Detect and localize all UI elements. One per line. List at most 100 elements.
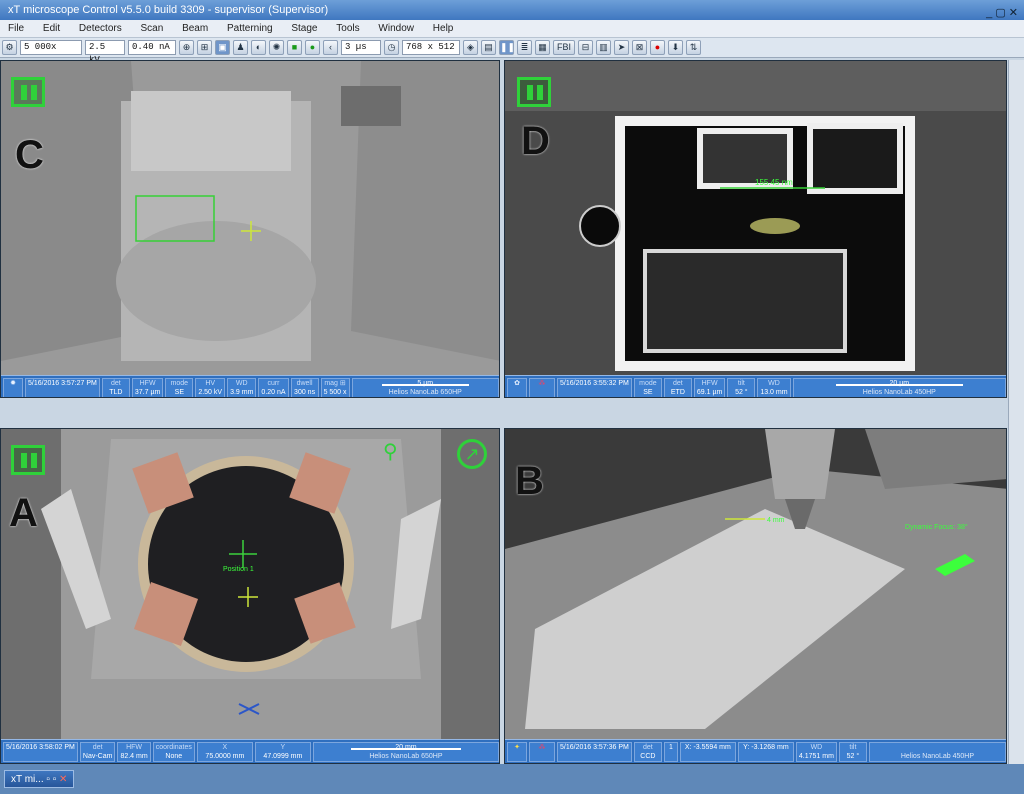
- quadrant-label-a: A: [9, 491, 38, 535]
- info-coords: coordinates None: [152, 741, 195, 762]
- arrow-icon[interactable]: ➤: [614, 40, 629, 55]
- position-label-a: Position 1: [223, 566, 254, 573]
- instrument-d: Helios NanoLab 450HP: [862, 388, 936, 396]
- side-panel[interactable]: [1008, 60, 1024, 794]
- window-title: xT microscope Control v5.5.0 build 3309 …: [8, 4, 329, 16]
- beam-pattern-icon[interactable]: ⁂: [529, 741, 555, 762]
- info-dwell: dwell 300 ns: [290, 377, 319, 397]
- scan-icon[interactable]: ✹: [3, 377, 23, 397]
- info-wd: WD 4.1751 mm: [795, 741, 837, 762]
- navigate-icon[interactable]: ↗: [457, 439, 487, 469]
- info-bar-c: ✹ 5/16/2016 3:57:27 PM det TLD HFW 37.7 µm…: [1, 375, 499, 397]
- taskbar: xT mi... ▫ ▫ ✕: [0, 764, 1024, 794]
- menu-bar: File Edit Detectors Scan Beam Patterning…: [0, 20, 1024, 38]
- pause-icon[interactable]: ❚❚: [499, 40, 515, 55]
- instrument-a: Helios NanoLab 650HP: [369, 752, 443, 760]
- taskbar-label: xT mi...: [11, 774, 44, 785]
- info-hfw: HFW 82.4 mm: [117, 741, 151, 762]
- lightbulb-icon[interactable]: ✦: [507, 741, 527, 762]
- info-channel: 1: [663, 741, 678, 762]
- info-y: Y: -3.1268 mm: [737, 741, 794, 762]
- target-icon[interactable]: ⊕: [179, 40, 194, 55]
- info-det: det ETD: [663, 377, 692, 397]
- menu-patterning[interactable]: Patterning: [219, 20, 281, 38]
- dynamic-focus-label: Dynamic Focus: 38°: [905, 523, 968, 531]
- dwell-field[interactable]: 3 µs: [341, 40, 381, 55]
- info-bar-a: 5/16/2016 3:58:02 PM det Nav-Cam HFW 82.4 …: [1, 739, 499, 763]
- quadrant-a[interactable]: Position 1 A ⚲ ↗ 5/16/2016 3:58:02 PM de…: [0, 428, 500, 764]
- info-mag: mag ⊞ 5 500 x: [320, 377, 350, 397]
- menu-window[interactable]: Window: [370, 20, 422, 38]
- instrument-b: Helios NanoLab 450HP: [900, 752, 975, 760]
- sem-image-c: [1, 61, 499, 375]
- info-tilt: tilt 52 °: [838, 741, 867, 762]
- taskbar-app-button[interactable]: xT mi... ▫ ▫ ✕: [4, 770, 75, 788]
- scale-bar-b: Helios NanoLab 450HP: [868, 741, 1006, 762]
- contrast-icon[interactable]: ◐: [251, 40, 266, 55]
- scale-bar-c: 5 µm Helios NanoLab 650HP: [351, 377, 499, 397]
- scroll-left-icon[interactable]: ‹: [323, 40, 338, 55]
- info-hfw: HFW 69.1 µm: [693, 377, 726, 397]
- magnification-field[interactable]: 5 000x: [20, 40, 82, 55]
- fbi-icon[interactable]: FBI: [553, 40, 575, 55]
- info-wd: WD 3.9 mm: [227, 377, 257, 397]
- layers-icon[interactable]: ≣: [517, 40, 532, 55]
- menu-file[interactable]: File: [0, 20, 32, 38]
- pause-indicator-a[interactable]: [11, 445, 45, 475]
- distance-label-b: 4 mm: [767, 517, 785, 524]
- info-bar-b: ✦ ⁂ 5/16/2016 3:57:36 PM det CCD 1 X: -3.…: [505, 739, 1006, 763]
- chamber-image-b: 4 mm Dynamic Focus: 38°: [505, 429, 1006, 739]
- menu-detectors[interactable]: Detectors: [71, 20, 130, 38]
- menu-scan[interactable]: Scan: [133, 20, 172, 38]
- menu-beam[interactable]: Beam: [174, 20, 216, 38]
- person-icon[interactable]: ♟: [233, 40, 248, 55]
- tools-icon[interactable]: ⊠: [632, 40, 647, 55]
- info-det: det Nav-Cam: [79, 741, 116, 762]
- quadrant-label-b: B: [515, 459, 544, 503]
- window-title-bar: xT microscope Control v5.5.0 build 3309 …: [0, 0, 1024, 20]
- voltage-field[interactable]: 2.5 kV: [85, 40, 125, 65]
- quadrant-d[interactable]: 155.45 nm D ✿ ⁂ 5/16/2016 3:55:32 PM mod…: [504, 60, 1007, 398]
- menu-stage[interactable]: Stage: [283, 20, 325, 38]
- settings-icon[interactable]: ⇅: [686, 40, 701, 55]
- current-field[interactable]: 0.40 nA: [128, 40, 176, 55]
- zoom-icon[interactable]: ⚲: [383, 439, 398, 464]
- snapshot-icon[interactable]: ▣: [215, 40, 230, 55]
- info-y: Y 47.0999 mm: [254, 741, 311, 762]
- info-det: det TLD: [101, 377, 130, 397]
- quadrant-c[interactable]: C ✹ 5/16/2016 3:57:27 PM det TLD HFW 37.7 …: [0, 60, 500, 398]
- detector-icon[interactable]: ✿: [507, 377, 527, 397]
- quadrant-b[interactable]: 4 mm Dynamic Focus: 38° B ✦ ⁂ 5/16/2016 …: [504, 428, 1007, 764]
- scan-icon[interactable]: ◈: [463, 40, 478, 55]
- image-icon[interactable]: ▥: [596, 40, 611, 55]
- pause-indicator-d[interactable]: [517, 77, 551, 107]
- green-rect-icon[interactable]: ■: [287, 40, 302, 55]
- menu-help[interactable]: Help: [425, 20, 462, 38]
- green-circle-icon[interactable]: ●: [305, 40, 320, 55]
- grid-icon[interactable]: ▦: [535, 40, 550, 55]
- info-mode: mode SE: [633, 377, 662, 397]
- toolbar: ⚙ 5 000x 2.5 kV 0.40 nA ⊕ ⊞ ▣ ♟ ◐ ✺ ■ ● …: [0, 38, 1024, 65]
- measurement-label-d: 155.45 nm: [755, 178, 793, 187]
- sem-image-d: 155.45 nm: [505, 61, 1006, 375]
- taskbar-window-icons[interactable]: ▫ ▫ ✕: [46, 774, 67, 785]
- record-icon[interactable]: ●: [650, 40, 665, 55]
- gear-icon[interactable]: ⚙: [2, 40, 17, 55]
- instrument-c: Helios NanoLab 650HP: [388, 388, 462, 396]
- download-icon[interactable]: ⬇: [668, 40, 683, 55]
- info-wd: WD 13.0 mm: [757, 377, 791, 397]
- crosshair-icon[interactable]: ⊞: [197, 40, 212, 55]
- beam-pattern-icon[interactable]: ⁂: [529, 377, 555, 397]
- clock-icon[interactable]: ◷: [384, 40, 399, 55]
- menu-edit[interactable]: Edit: [35, 20, 68, 38]
- brightness-icon[interactable]: ✺: [269, 40, 284, 55]
- resolution-field[interactable]: 768 x 512: [402, 40, 460, 55]
- camera-icon[interactable]: ▤: [481, 40, 496, 55]
- scale-bar-d: 20 µm Helios NanoLab 450HP: [792, 377, 1006, 397]
- info-hfw: HFW 37.7 µm: [131, 377, 164, 397]
- menu-tools[interactable]: Tools: [328, 20, 367, 38]
- stage-icon[interactable]: ⊟: [578, 40, 593, 55]
- nav-cam-image-a: Position 1: [1, 429, 499, 739]
- info-det: det CCD: [633, 741, 662, 762]
- pause-indicator-c[interactable]: [11, 77, 45, 107]
